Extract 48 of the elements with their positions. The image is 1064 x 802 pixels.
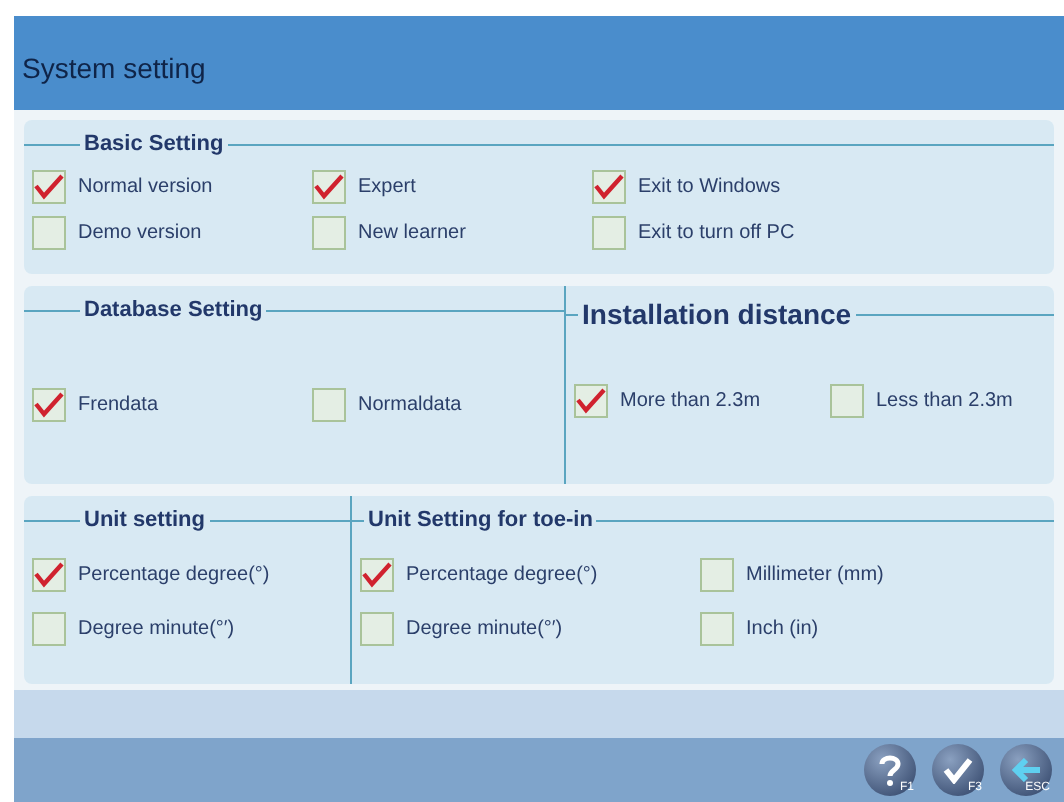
checkbox[interactable] [360,557,394,591]
checkbox[interactable] [360,611,394,645]
section-title: Installation distance [580,296,854,334]
window-title: System setting [22,50,206,88]
option-label: More than 2.3m [620,388,761,416]
checkbox[interactable] [32,215,66,249]
checkbox[interactable] [574,384,608,418]
checkbox[interactable] [592,215,626,249]
option-label: Demo version [78,219,202,247]
checkbox[interactable] [32,557,66,591]
checkbox[interactable] [312,387,346,421]
option-label: Less than 2.3m [876,388,1013,416]
checkbox[interactable] [700,557,734,591]
option-label: Frendata [78,391,159,419]
question-icon [878,754,902,786]
section-title: Basic Setting [82,130,226,160]
option-label: Normaldata [358,391,462,419]
option-label: Degree minute(°′) [406,615,563,643]
checkbox[interactable] [830,384,864,418]
section-title: Database Setting [82,296,265,326]
checkmark-icon [34,173,64,199]
option-label: Degree minute(°′) [78,615,235,643]
option-label: Exit to Windows [638,173,781,201]
checkmark-icon [576,388,606,414]
checkbox[interactable] [312,169,346,203]
option-label: Millimeter (mm) [746,561,884,589]
checkbox[interactable] [592,169,626,203]
checkmark-icon [942,756,974,784]
checkbox[interactable] [312,215,346,249]
option-label: Exit to turn off PC [638,219,795,247]
checkbox[interactable] [32,169,66,203]
checkmark-icon [34,561,64,587]
option-label: Inch (in) [746,615,819,643]
checkbox[interactable] [32,387,66,421]
option-label: Normal version [78,173,213,201]
checkbox[interactable] [700,611,734,645]
option-label: Percentage degree(°) [78,561,270,589]
checkmark-icon [594,173,624,199]
checkmark-icon [314,173,344,199]
option-label: Percentage degree(°) [406,561,598,589]
checkbox[interactable] [32,611,66,645]
arrow-icon [1010,758,1042,782]
option-label: Expert [358,173,416,201]
section-title: Unit setting [82,506,207,536]
checkmark-icon [34,391,64,417]
checkmark-icon [362,561,392,587]
option-label: New learner [358,219,466,247]
section-title: Unit Setting for toe-in [366,506,595,536]
